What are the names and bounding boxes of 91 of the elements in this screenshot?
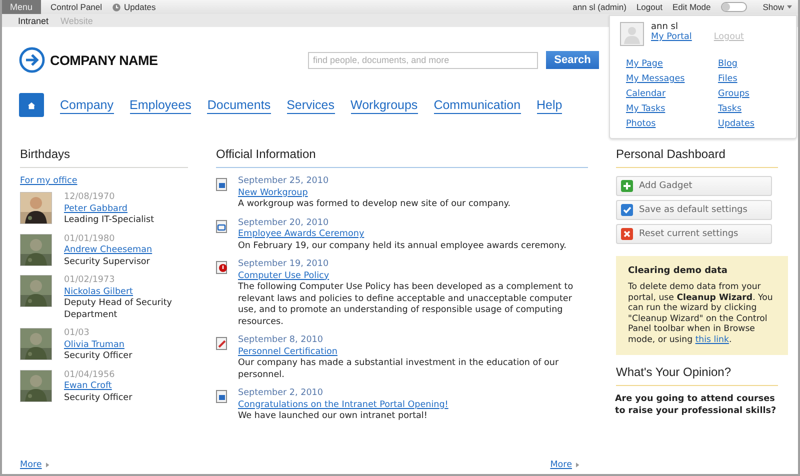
news-title-link[interactable]: Personnel Certification [238, 346, 338, 358]
arrow-logo-icon [19, 47, 45, 73]
portal-menu-link[interactable]: My Tasks [626, 104, 666, 114]
edit-mode-label: Edit Mode [672, 2, 711, 12]
portal-menu-link[interactable]: Updates [718, 119, 754, 129]
birth-date: 01/04/1956 [64, 370, 115, 381]
notice-text: To delete demo data from your portal, use Cleanup Wizard. You can run the wizard by clicking "Cleanup Wizard" on the Control Panel toolbar when in Browse mode, or using this link. [628, 282, 774, 345]
person-link[interactable]: Ewan Croft [64, 381, 112, 392]
news-title-link[interactable]: Congratulations on the Intranet Portal Opening! [238, 400, 448, 411]
job-title: Leading IT-Specialist [64, 215, 154, 226]
portal-menu-link[interactable]: Photos [626, 119, 656, 129]
portal-menu-link[interactable]: My Messages [626, 74, 685, 84]
news-title-link[interactable]: Employee Awards Ceremony [238, 229, 364, 240]
edit-mode-toggle[interactable] [720, 2, 747, 12]
birth-date: 01/01/1980 [64, 234, 115, 245]
news-summary: On February 19, our company held its annual employee awards ceremony. [238, 240, 566, 252]
job-title: Security Supervisor [64, 256, 150, 268]
close-icon [621, 228, 633, 240]
home-button[interactable] [19, 93, 44, 117]
person-link[interactable]: Peter Gabbard [64, 204, 128, 215]
search-button[interactable]: Search [546, 51, 599, 69]
birth-date: 12/08/1970 [64, 192, 115, 204]
search-field[interactable]: find people, documents, and more [308, 52, 538, 68]
nav-link[interactable]: Services [286, 96, 335, 114]
poll-question: Are you going to attend courses to raise your professional skills? [615, 394, 778, 417]
caret-icon [787, 5, 792, 9]
news-title-link[interactable]: New Workgroup [238, 188, 308, 199]
more-link[interactable]: More [20, 460, 42, 470]
show-menu[interactable]: Show [762, 2, 792, 12]
dashboard-button[interactable]: Save as default settings [616, 200, 772, 220]
news-title-link[interactable]: Computer Use Policy [238, 270, 330, 282]
job-title: Security Officer [64, 392, 132, 404]
toolbar-link[interactable]: Control Panel [50, 2, 102, 12]
nav-link[interactable]: Documents [207, 96, 271, 114]
news-date: September 8, 2010 [238, 335, 323, 346]
person-link[interactable]: Andrew Cheeseman [64, 245, 152, 256]
nav-link[interactable]: Help [536, 96, 562, 114]
news-summary: The following Computer Use Policy has been developed as a complement to relevant laws and policies to define acceptable and unacceptable computer use, and to promote an understanding of responsible usage of computing resources. [238, 282, 574, 328]
home-icon [27, 100, 36, 110]
news-date: September 25, 2010 [238, 176, 329, 188]
job-title: Security Officer [64, 351, 132, 362]
news-date: September 19, 2010 [238, 259, 329, 270]
document-icon [216, 390, 228, 403]
arrow-icon [576, 462, 580, 468]
site-tab[interactable]: Intranet [18, 16, 49, 26]
portal-menu-link[interactable]: Blog [718, 59, 738, 69]
portal-menu-link[interactable]: Tasks [718, 104, 742, 114]
dashboard-button[interactable]: Reset current settings [616, 224, 772, 244]
section-title: What's Your Opinion? [616, 365, 732, 379]
birth-date: 01/03 [64, 328, 90, 340]
person-link[interactable]: Olivia Truman [64, 340, 124, 351]
section-title: Official Information [216, 147, 317, 161]
toolbar-link[interactable]: Updates [112, 2, 156, 12]
notice-link[interactable]: this link [695, 334, 729, 344]
news-summary: Our company has made a substantial investment in the education of our personnel. [238, 358, 560, 381]
document-icon [216, 178, 228, 191]
dashboard-button[interactable]: Add Gadget [616, 176, 772, 196]
logout-link[interactable]: Logout [636, 2, 662, 12]
section-title: Personal Dashboard [616, 147, 726, 161]
office-filter-link[interactable]: For my office [20, 176, 78, 186]
portal-menu-link[interactable]: My Page [626, 59, 663, 69]
clock-icon [112, 2, 122, 12]
calendar-document-icon [216, 220, 228, 232]
nav-link[interactable]: Communication [434, 96, 521, 114]
notice-title: Clearing demo data [628, 266, 729, 276]
job-title: Deputy Head of Security Department [64, 298, 173, 321]
company-logo: COMPANY NAME [50, 52, 158, 68]
portal-menu-link[interactable]: Files [718, 74, 738, 84]
birth-date: 01/02/1973 [64, 275, 115, 286]
nav-link[interactable]: Employees [130, 96, 192, 114]
user-name: ann sl [651, 22, 679, 32]
portal-menu-link[interactable]: Groups [718, 89, 750, 99]
portal-menu-link[interactable]: Calendar [626, 89, 666, 99]
avatar-icon [620, 22, 644, 46]
certificate-icon [216, 337, 228, 350]
checkmark-icon [621, 204, 633, 216]
news-summary: A workgroup was formed to develop new site of our company. [238, 199, 511, 210]
person-link[interactable]: Nickolas Gilbert [64, 286, 134, 298]
portal-link[interactable]: My Portal [651, 32, 692, 42]
nav-link[interactable]: Company [60, 96, 114, 114]
news-date: September 2, 2010 [238, 388, 323, 400]
arrow-icon [46, 462, 50, 468]
plus-icon [621, 180, 633, 192]
news-summary: We have launched our own intranet portal! [238, 411, 428, 422]
menu-button[interactable]: Menu [2, 0, 41, 14]
alert-document-icon [216, 261, 228, 274]
nav-link[interactable]: Workgroups [350, 96, 418, 114]
user-name[interactable]: ann sl (admin) [572, 2, 626, 12]
section-title: Birthdays [20, 147, 72, 161]
news-date: September 20, 2010 [238, 218, 329, 229]
more-link[interactable]: More [550, 460, 572, 470]
